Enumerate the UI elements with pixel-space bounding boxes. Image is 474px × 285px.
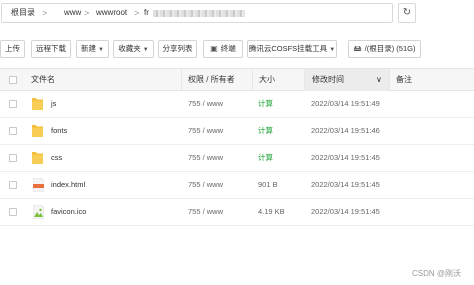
cosfs-label: 腾讯云COSFS挂载工具 xyxy=(248,44,328,53)
table-row[interactable]: index.html 755 / www 901 B 2022/03/14 19:51… xyxy=(0,172,474,199)
redacted-path xyxy=(153,10,245,17)
share-list-button[interactable]: 分享列表 xyxy=(158,40,197,58)
column-note[interactable]: 备注 xyxy=(396,69,412,91)
table-row[interactable]: favicon.ico 755 / www 4.19 KB 2022/03/14 19… xyxy=(0,199,474,226)
favorites-label: 收藏夹 xyxy=(118,44,141,53)
chevron-down-icon: ▼ xyxy=(329,47,336,53)
file-size: 901 B xyxy=(258,180,278,189)
calc-size-link[interactable]: 计算 xyxy=(258,145,273,171)
calc-size-link[interactable]: 计算 xyxy=(258,91,273,117)
file-size: 4.19 KB xyxy=(258,207,285,216)
column-perm[interactable]: 权限 / 所有者 xyxy=(188,69,235,91)
row-checkbox[interactable] xyxy=(9,100,17,108)
file-mtime: 2022/03/14 19:51:49 xyxy=(311,99,380,108)
column-divider xyxy=(389,69,390,91)
upload-label: 上传 xyxy=(5,44,20,53)
image-file-icon xyxy=(32,204,45,220)
new-button[interactable]: 新建 ▼ xyxy=(76,40,109,58)
folder-icon xyxy=(32,124,43,138)
terminal-label: 终端 xyxy=(220,44,236,53)
crumb-current[interactable]: fr xyxy=(144,4,149,22)
file-permission[interactable]: 755 / www xyxy=(188,145,223,171)
folder-icon xyxy=(32,151,43,165)
file-mtime: 2022/03/14 19:51:45 xyxy=(311,207,380,216)
file-name[interactable]: index.html xyxy=(51,172,85,198)
refresh-icon: ↻ xyxy=(402,7,412,18)
address-bar: 根目录 > www > wwwroot > fr ↻ xyxy=(0,3,474,23)
terminal-icon: ▣ xyxy=(210,44,218,53)
chevron-down-icon: ▼ xyxy=(142,47,149,53)
column-name[interactable]: 文件名 xyxy=(31,69,55,91)
file-mtime: 2022/03/14 19:51:45 xyxy=(311,180,380,189)
refresh-button[interactable]: ↻ xyxy=(398,3,416,23)
disk-button[interactable]: 🖴/(根目录) (51G) xyxy=(348,40,421,58)
file-permission[interactable]: 755 / www xyxy=(188,172,223,198)
remote-download-label: 远程下载 xyxy=(36,44,66,53)
folder-icon xyxy=(32,97,43,111)
column-size[interactable]: 大小 xyxy=(259,69,275,91)
column-divider xyxy=(181,69,182,91)
chevron-down-icon: ▼ xyxy=(98,47,104,53)
file-permission[interactable]: 755 / www xyxy=(188,91,223,117)
favorites-button[interactable]: 收藏夹 ▼ xyxy=(113,40,154,58)
disk-icon: 🖴 xyxy=(353,44,362,53)
terminal-button[interactable]: ▣ 终端 xyxy=(203,40,243,58)
crumb-root[interactable]: 根目录 xyxy=(11,4,35,22)
file-name[interactable]: css xyxy=(51,145,62,171)
row-checkbox[interactable] xyxy=(9,208,17,216)
row-checkbox[interactable] xyxy=(9,127,17,135)
crumb-separator: > xyxy=(84,8,90,18)
path-input[interactable]: 根目录 > www > wwwroot > fr xyxy=(1,3,393,23)
file-name[interactable]: favicon.ico xyxy=(51,199,86,225)
sort-desc-icon[interactable]: ∨ xyxy=(376,69,382,91)
table-row[interactable]: fonts 755 / www 计算 2022/03/14 19:51:46 xyxy=(0,118,474,145)
select-all-checkbox[interactable] xyxy=(9,76,17,84)
html-file-icon xyxy=(32,177,45,193)
row-checkbox[interactable] xyxy=(9,154,17,162)
calc-size-link[interactable]: 计算 xyxy=(258,118,273,144)
file-name[interactable]: fonts xyxy=(51,118,67,144)
upload-button[interactable]: 上传 xyxy=(0,40,25,58)
share-list-label: 分享列表 xyxy=(162,44,193,53)
crumb-www[interactable]: www xyxy=(64,4,81,22)
file-name[interactable]: js xyxy=(51,91,56,117)
column-divider xyxy=(252,69,253,91)
table-header: 文件名 权限 / 所有者 大小 修改时间 ∨ 备注 xyxy=(0,68,474,91)
crumb-wwwroot[interactable]: wwwroot xyxy=(96,4,127,22)
table-row[interactable]: js 755 / www 计算 2022/03/14 19:51:49 xyxy=(0,91,474,118)
new-label: 新建 xyxy=(81,44,97,53)
file-permission[interactable]: 755 / www xyxy=(188,199,223,225)
row-checkbox[interactable] xyxy=(9,181,17,189)
table-row[interactable]: css 755 / www 计算 2022/03/14 19:51:45 xyxy=(0,145,474,172)
watermark: CSDN @刚沃 xyxy=(412,269,462,278)
column-mtime: 修改时间 xyxy=(312,75,344,84)
crumb-separator: > xyxy=(134,8,140,18)
disk-label: /(根目录) (51G) xyxy=(364,44,416,53)
file-mtime: 2022/03/14 19:51:45 xyxy=(311,153,380,162)
cosfs-button[interactable]: 腾讯云COSFS挂载工具 ▼ xyxy=(247,40,337,58)
remote-download-button[interactable]: 远程下载 xyxy=(31,40,71,58)
file-permission[interactable]: 755 / www xyxy=(188,118,223,144)
file-mtime: 2022/03/14 19:51:46 xyxy=(311,126,380,135)
crumb-separator: > xyxy=(42,8,48,18)
